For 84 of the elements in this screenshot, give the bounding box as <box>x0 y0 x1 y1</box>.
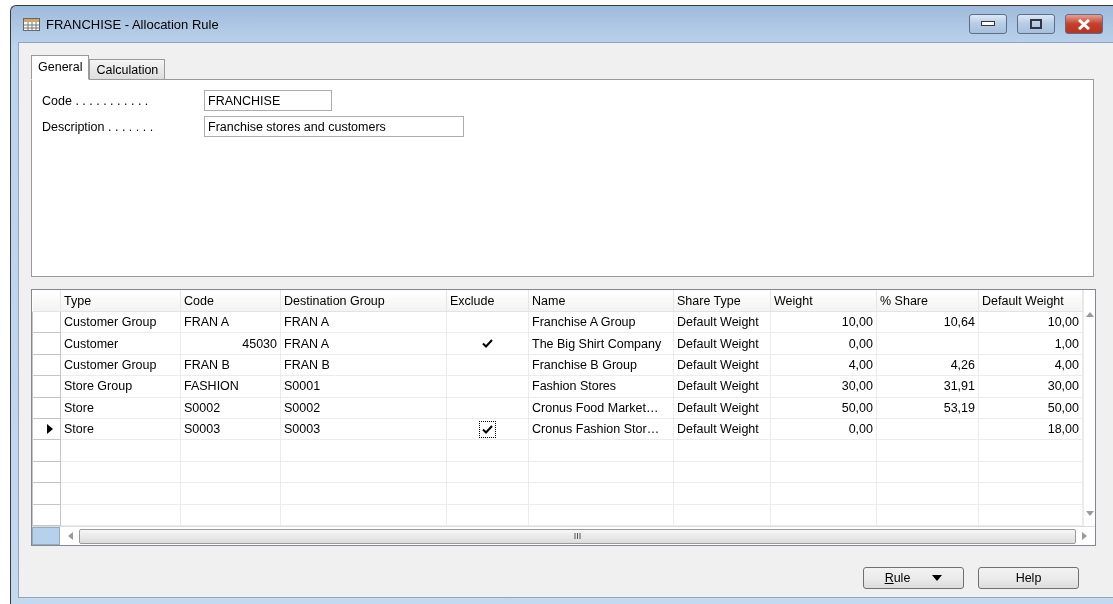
table-cell: 45030 <box>242 336 277 351</box>
table-cell: Default Weight <box>677 422 759 437</box>
table-cell: FASHION <box>184 379 239 394</box>
table-cell: Store Group <box>64 379 133 394</box>
table-cell: 4,00 <box>1054 357 1079 372</box>
table-cell: Customer <box>64 336 119 351</box>
minimize-icon <box>981 21 995 27</box>
table-cell: FRAN A <box>184 315 230 330</box>
table-cell: The Big Shirt Company <box>532 336 662 351</box>
table-cell: FRAN B <box>284 357 330 372</box>
check-mark-icon[interactable] <box>482 424 493 434</box>
table-cell: 10,00 <box>1047 315 1079 330</box>
grid-corner <box>32 527 60 545</box>
table-cell: Default Weight <box>677 315 759 330</box>
table-cell: Cronus Food Market… <box>532 400 659 415</box>
table-cell: Default Weight <box>677 400 759 415</box>
table-cell: Fashion Stores <box>532 379 617 394</box>
field-label: Code . . . . . . . . . . . <box>42 93 150 108</box>
column-header[interactable]: Exclude <box>446 290 529 312</box>
table-cell: 4,00 <box>848 357 873 372</box>
corner-header <box>32 290 61 312</box>
table-cell: S0003 <box>284 422 321 437</box>
caret-icon <box>932 575 943 581</box>
column-header[interactable]: Type <box>60 290 181 312</box>
table-cell: Default Weight <box>677 357 759 372</box>
tab[interactable]: General <box>31 55 90 80</box>
check-mark-icon[interactable] <box>482 339 493 349</box>
maximize-button[interactable] <box>1017 14 1055 34</box>
column-header[interactable]: Default Weight <box>978 290 1083 312</box>
table-cell: Store <box>64 400 94 415</box>
column-header[interactable]: Code <box>180 290 281 312</box>
table-cell: 30,00 <box>841 379 873 394</box>
table-cell: Cronus Fashion Stor… <box>532 422 660 437</box>
current-row-icon <box>47 424 53 435</box>
table-cell: 53,19 <box>943 400 975 415</box>
table-cell: 10,64 <box>943 315 975 330</box>
column-header[interactable]: Destination Group <box>280 290 447 312</box>
column-header[interactable]: Name <box>528 290 674 312</box>
table-cell: 50,00 <box>841 400 873 415</box>
table-cell: Store <box>64 422 94 437</box>
tab[interactable]: Calculation <box>89 59 166 80</box>
focus-frame[interactable] <box>479 420 496 438</box>
table-cell: 1,00 <box>1054 336 1079 351</box>
table-cell: Franchise B Group <box>532 357 637 372</box>
table-cell: S0002 <box>184 400 221 415</box>
table-cell: S0002 <box>284 400 321 415</box>
table-cell: S0001 <box>284 379 321 394</box>
table-cell: 30,00 <box>1047 379 1079 394</box>
scroll-up-icon[interactable] <box>1085 312 1094 317</box>
scroll-thumb[interactable] <box>79 528 1076 544</box>
table-cell: FRAN B <box>184 357 230 372</box>
table-cell: S0003 <box>184 422 221 437</box>
table-cell: 0,00 <box>848 336 873 351</box>
field-label: Description . . . . . . . <box>42 119 155 134</box>
column-header[interactable]: % Share <box>876 290 979 312</box>
menu-button[interactable]: Rule <box>863 567 964 589</box>
table-cell: Customer Group <box>64 315 157 330</box>
input-field[interactable]: Franchise stores and customers <box>204 116 464 137</box>
scroll-down-icon[interactable] <box>1085 511 1094 516</box>
scroll-right-icon[interactable] <box>1082 532 1087 540</box>
window-title: FRANCHISE - Allocation Rule <box>46 16 220 32</box>
row-header[interactable] <box>32 418 61 440</box>
scroll-left-icon[interactable] <box>68 532 73 540</box>
table-cell: 18,00 <box>1047 422 1079 437</box>
input-field[interactable]: FRANCHISE <box>204 90 332 111</box>
table-cell: FRAN A <box>284 315 330 330</box>
button[interactable]: Help <box>978 567 1079 589</box>
column-header[interactable]: Weight <box>770 290 877 312</box>
table-cell: Franchise A Group <box>532 315 636 330</box>
table-cell: 31,91 <box>943 379 975 394</box>
table-cell: 4,26 <box>950 357 975 372</box>
close-button[interactable] <box>1065 14 1103 34</box>
table-cell: Default Weight <box>677 379 759 394</box>
table-cell: 50,00 <box>1047 400 1079 415</box>
table-icon <box>23 17 40 31</box>
column-header[interactable]: Share Type <box>673 290 771 312</box>
close-icon <box>1077 18 1091 30</box>
table-cell: Default Weight <box>677 336 759 351</box>
table-cell: Customer Group <box>64 357 157 372</box>
maximize-icon <box>1030 19 1042 29</box>
table-cell: 10,00 <box>841 315 873 330</box>
table-cell: FRAN A <box>284 336 330 351</box>
minimize-button[interactable] <box>969 14 1007 34</box>
table-cell: 0,00 <box>848 422 873 437</box>
